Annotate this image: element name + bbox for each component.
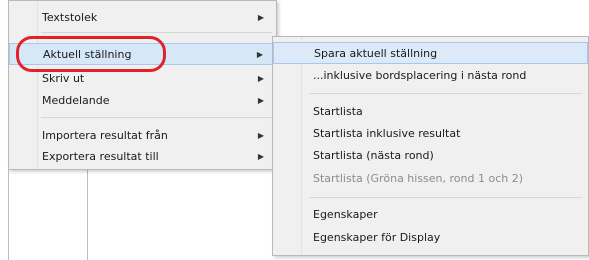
annotation-highlight-oval bbox=[16, 36, 166, 72]
menu-item-exportera[interactable]: Exportera resultat till ▶ bbox=[9, 146, 276, 168]
background-window-pane bbox=[8, 170, 88, 260]
menu-item-label: Egenskaper bbox=[313, 208, 378, 221]
menu-item-label: ...inklusive bordsplacering i nästa rond bbox=[313, 69, 527, 82]
menu-item-inklusive-bordsplacering[interactable]: ...inklusive bordsplacering i nästa rond bbox=[273, 65, 588, 87]
submenu-aktuell-stallning: Spara aktuell ställning ...inklusive bor… bbox=[272, 36, 589, 256]
submenu-arrow-icon: ▶ bbox=[257, 74, 264, 83]
menu-item-startlista[interactable]: Startlista bbox=[273, 101, 588, 123]
menu-item-startlista-inklusive-resultat[interactable]: Startlista inklusive resultat bbox=[273, 123, 588, 145]
submenu-arrow-icon: ▶ bbox=[257, 13, 264, 22]
submenu-arrow-icon: ▶ bbox=[257, 152, 264, 161]
menu-item-label: Egenskaper för Display bbox=[313, 231, 441, 244]
submenu-arrow-icon: ▶ bbox=[257, 96, 264, 105]
menu-item-label: Startlista inklusive resultat bbox=[313, 127, 461, 140]
menu-item-spara-aktuell-stallning[interactable]: Spara aktuell ställning bbox=[273, 42, 588, 64]
screenshot-stage: Textstolek ▶ Aktuell ställning ▶ Skriv u… bbox=[0, 0, 589, 260]
menu-item-startlista-grona-hissen: Startlista (Gröna hissen, rond 1 och 2) bbox=[273, 168, 588, 190]
menu-item-meddelande[interactable]: Meddelande ▶ bbox=[9, 90, 276, 112]
context-menu: Textstolek ▶ Aktuell ställning ▶ Skriv u… bbox=[8, 0, 277, 170]
menu-item-importera[interactable]: Importera resultat från ▶ bbox=[9, 125, 276, 147]
menu-item-label: Meddelande bbox=[42, 94, 110, 107]
menu-item-label: Startlista (Gröna hissen, rond 1 och 2) bbox=[313, 172, 524, 185]
menu-item-label: Spara aktuell ställning bbox=[314, 47, 438, 60]
menu-item-label: Exportera resultat till bbox=[42, 150, 159, 163]
menu-item-label: Textstolek bbox=[42, 11, 98, 24]
submenu-arrow-icon: ▶ bbox=[256, 50, 263, 59]
menu-item-label: Startlista (nästa rond) bbox=[313, 149, 434, 162]
menu-item-label: Startlista bbox=[313, 105, 363, 118]
menu-separator bbox=[309, 93, 582, 94]
menu-item-startlista-nasta-rond[interactable]: Startlista (nästa rond) bbox=[273, 145, 588, 167]
menu-item-label: Importera resultat från bbox=[42, 129, 168, 142]
menu-item-egenskaper[interactable]: Egenskaper bbox=[273, 204, 588, 226]
submenu-arrow-icon: ▶ bbox=[257, 131, 264, 140]
menu-separator bbox=[41, 32, 272, 33]
menu-separator bbox=[309, 197, 582, 198]
menu-item-egenskaper-for-display[interactable]: Egenskaper för Display bbox=[273, 227, 588, 249]
menu-separator bbox=[41, 117, 272, 118]
menu-item-textstorlek[interactable]: Textstolek ▶ bbox=[9, 7, 276, 29]
